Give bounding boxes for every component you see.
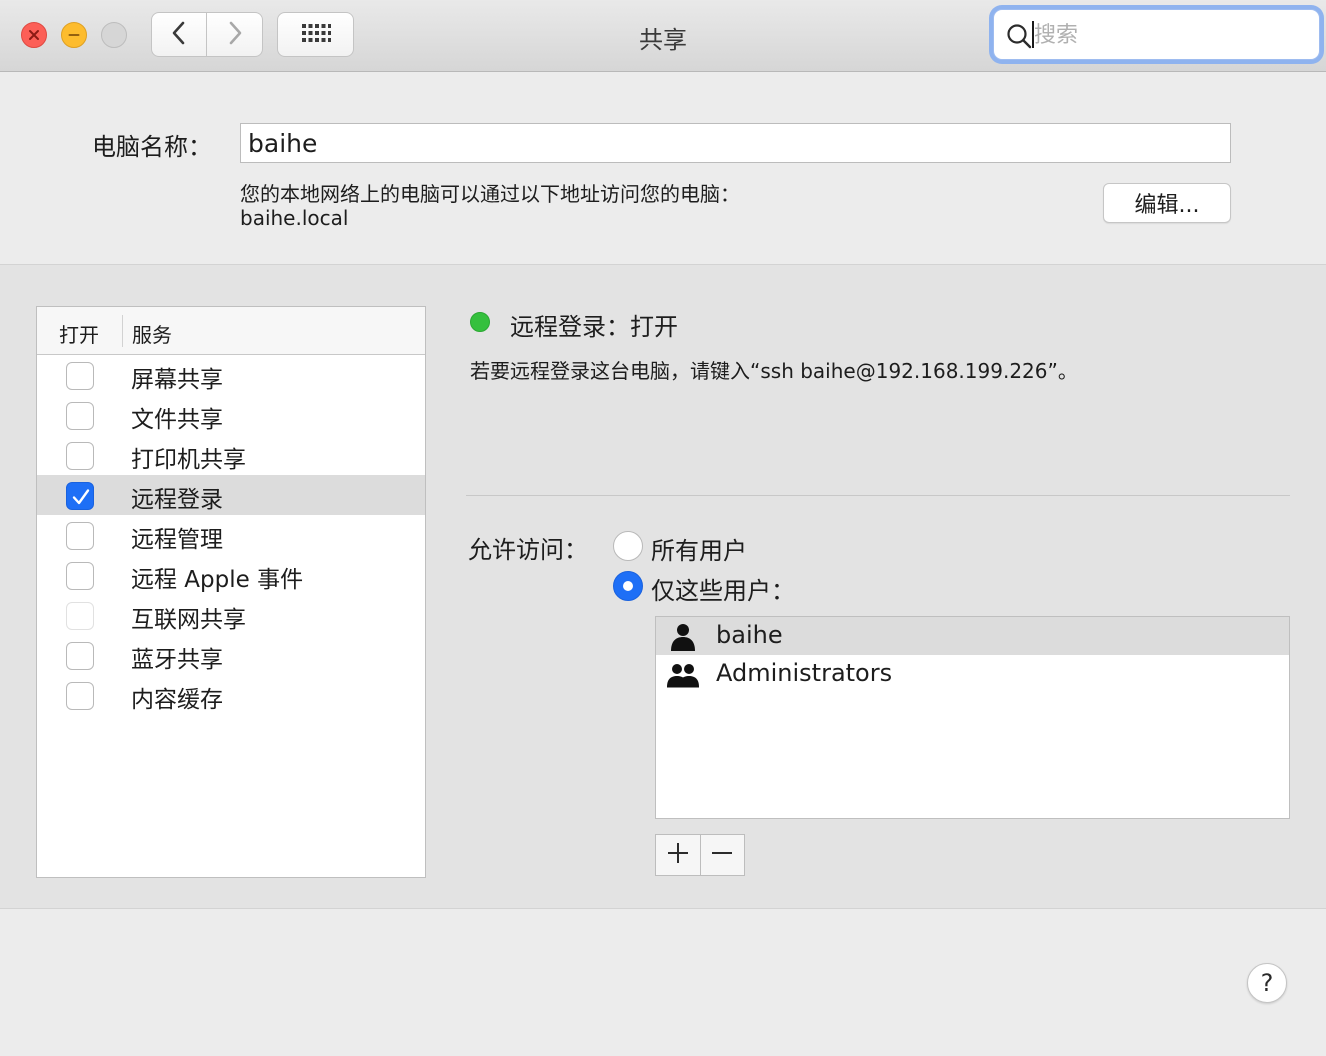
- service-name: 远程 Apple 事件: [131, 567, 304, 593]
- services-rows: 屏幕共享文件共享打印机共享远程登录远程管理远程 Apple 事件 互联网共享蓝牙共…: [37, 355, 425, 715]
- service-name: 远程登录: [131, 487, 223, 513]
- user-row[interactable]: baihe: [656, 617, 1289, 655]
- add-user-button[interactable]: [656, 835, 701, 875]
- service-checkbox[interactable]: [66, 522, 94, 550]
- all-users-radio-label[interactable]: 所有用户: [651, 531, 747, 566]
- column-header-service[interactable]: 服务: [132, 319, 172, 348]
- services-table-header: 打开 服务: [37, 307, 425, 355]
- ssh-instruction: 若要远程登录这台电脑，请键入“ssh baihe@192.168.199.226…: [470, 359, 1078, 383]
- local-address-hint: 您的本地网络上的电脑可以通过以下地址访问您的电脑：: [240, 182, 740, 206]
- column-separator: [122, 315, 123, 347]
- user-name: Administrators: [716, 659, 893, 687]
- service-checkbox[interactable]: [66, 362, 94, 390]
- service-checkbox[interactable]: [66, 442, 94, 470]
- search-icon: [1006, 23, 1032, 53]
- services-table: 打开 服务 屏幕共享文件共享打印机共享远程登录远程管理远程 Apple 事件 互联…: [36, 306, 426, 878]
- user-row[interactable]: Administrators: [656, 655, 1289, 693]
- service-name: 屏幕共享: [131, 367, 223, 393]
- service-row[interactable]: 文件共享: [37, 395, 425, 435]
- search-field[interactable]: [993, 9, 1320, 60]
- computer-name-label: 电脑名称：: [92, 133, 212, 161]
- only-these-users-radio[interactable]: [613, 571, 643, 601]
- allowed-users-list: baihe Administrators: [655, 616, 1290, 819]
- remove-user-button[interactable]: [701, 835, 745, 875]
- service-name: 远程管理: [131, 527, 223, 553]
- service-row[interactable]: 远程登录: [37, 475, 425, 515]
- minus-icon: [711, 842, 733, 868]
- edit-button[interactable]: 编辑...: [1103, 183, 1231, 223]
- local-address: baihe.local: [240, 206, 349, 230]
- service-status: 远程登录：打开: [510, 313, 678, 341]
- service-row[interactable]: 蓝牙共享: [37, 635, 425, 675]
- group-icon: [666, 660, 700, 694]
- help-button[interactable]: ?: [1247, 963, 1287, 1003]
- add-remove-control: [655, 834, 745, 876]
- service-row[interactable]: 打印机共享: [37, 435, 425, 475]
- service-name: 文件共享: [131, 407, 223, 433]
- plus-icon: [667, 842, 689, 868]
- service-row[interactable]: 远程 Apple 事件: [37, 555, 425, 595]
- user-icon: [666, 622, 700, 656]
- service-checkbox[interactable]: [66, 682, 94, 710]
- user-name: baihe: [716, 621, 783, 649]
- service-checkbox[interactable]: [66, 642, 94, 670]
- only-these-users-radio-label[interactable]: 仅这些用户：: [651, 571, 795, 606]
- service-name: 打印机共享: [131, 447, 246, 473]
- service-row[interactable]: 屏幕共享: [37, 355, 425, 395]
- checkmark-icon: [72, 489, 90, 505]
- service-checkbox[interactable]: [66, 402, 94, 430]
- search-input[interactable]: [1034, 18, 1304, 52]
- service-name: 内容缓存: [131, 687, 223, 713]
- divider: [466, 495, 1290, 496]
- service-row[interactable]: 互联网共享: [37, 595, 425, 635]
- allow-access-label: 允许访问：: [468, 536, 588, 564]
- computer-name-field[interactable]: [240, 123, 1231, 163]
- service-checkbox: [66, 602, 94, 630]
- all-users-radio[interactable]: [613, 531, 643, 561]
- service-checkbox[interactable]: [66, 562, 94, 590]
- service-row[interactable]: 远程管理: [37, 515, 425, 555]
- service-name: 互联网共享: [131, 607, 246, 633]
- service-name: 蓝牙共享: [131, 647, 223, 673]
- divider: [0, 908, 1326, 909]
- column-header-on[interactable]: 打开: [59, 319, 99, 348]
- service-row[interactable]: 内容缓存: [37, 675, 425, 715]
- service-checkbox[interactable]: [66, 482, 94, 510]
- window-toolbar: 共享: [0, 0, 1326, 72]
- status-indicator-dot: [470, 312, 490, 332]
